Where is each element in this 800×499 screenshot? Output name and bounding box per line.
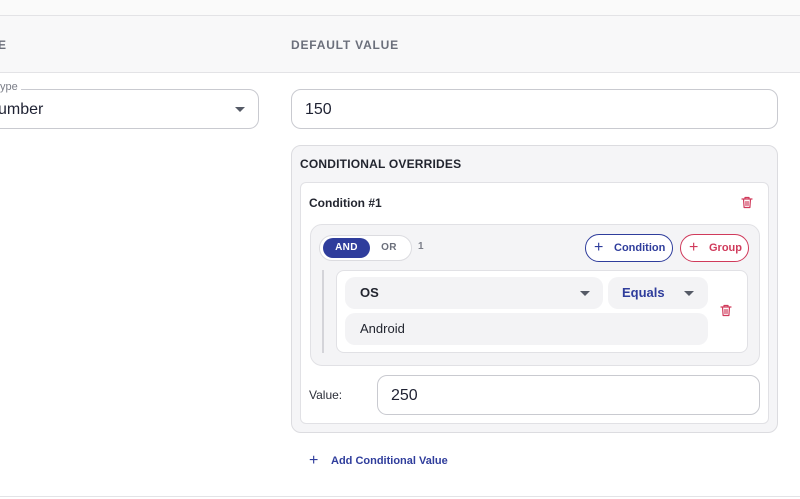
rule-count-badge: 1 [418, 241, 424, 252]
add-group-button[interactable]: + Group [680, 234, 749, 262]
conditional-overrides-title: CONDITIONAL OVERRIDES [300, 157, 462, 171]
chevron-down-icon[interactable] [235, 107, 245, 112]
type-select-label: ype [0, 80, 21, 94]
rule-field-value: OS [360, 285, 379, 300]
type-select-value: umber [0, 101, 44, 118]
delete-condition-trash-icon[interactable] [741, 196, 753, 209]
add-condition-button[interactable]: + Condition [585, 234, 673, 262]
rule-connector-line [322, 270, 324, 353]
rule-operator-value: Equals [622, 285, 665, 300]
chevron-down-icon[interactable] [580, 291, 590, 296]
condition-title: Condition #1 [309, 196, 382, 210]
logic-and-button[interactable]: AND [323, 238, 370, 258]
plus-icon: + [594, 239, 604, 256]
top-strip [0, 0, 800, 16]
rule-value-text[interactable]: Android [360, 321, 405, 337]
delete-rule-trash-icon[interactable] [720, 304, 732, 317]
add-condition-label: Condition [614, 242, 666, 254]
override-value-label: Value: [309, 388, 343, 402]
plus-icon: + [689, 239, 699, 256]
plus-icon: + [309, 452, 319, 469]
column-header-default-value: DEFAULT VALUE [291, 38, 399, 52]
rule-field-select[interactable] [345, 277, 603, 309]
override-value-text[interactable]: 250 [391, 386, 418, 406]
override-value-input[interactable] [377, 375, 760, 415]
add-group-label: Group [709, 242, 742, 254]
column-header-type: E [0, 38, 7, 52]
table-header-row [0, 16, 800, 73]
row-divider [0, 496, 800, 497]
add-conditional-value-label: Add Conditional Value [331, 455, 448, 467]
chevron-down-icon[interactable] [684, 291, 694, 296]
logic-or-button[interactable]: OR [374, 238, 404, 258]
default-value-input[interactable] [291, 89, 778, 129]
default-value-text[interactable]: 150 [305, 100, 332, 120]
